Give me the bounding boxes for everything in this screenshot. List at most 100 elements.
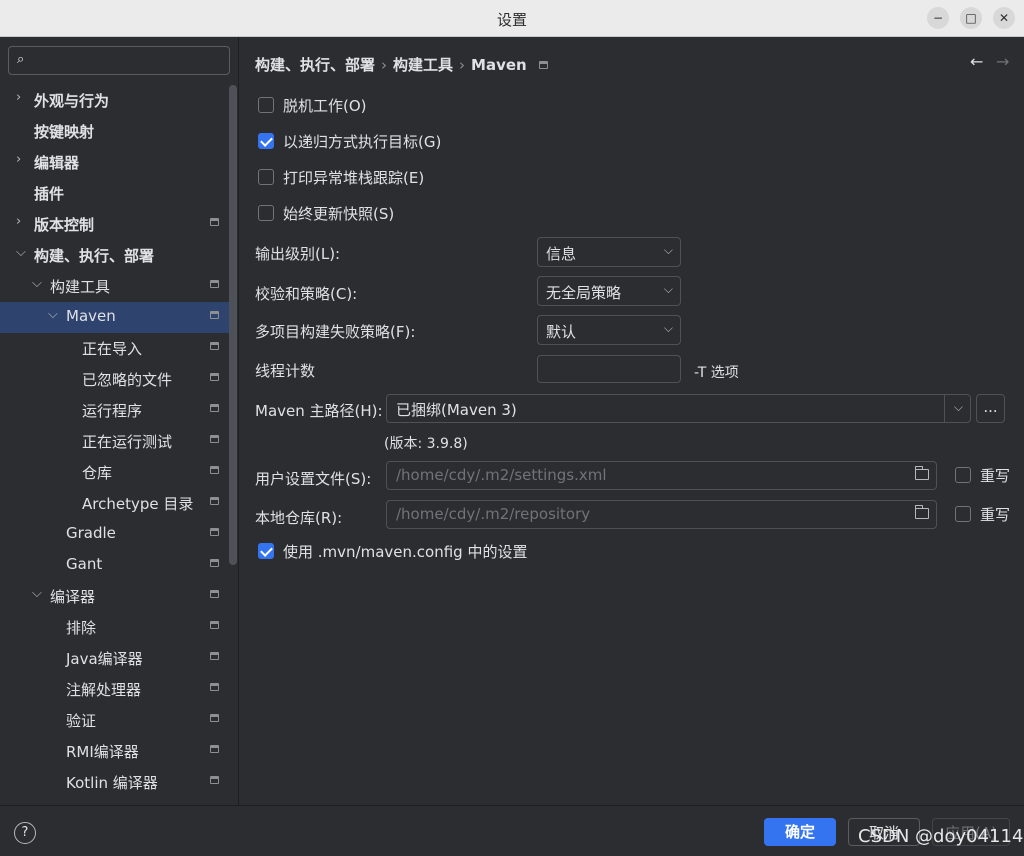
- sidebar-item-label: Gradle: [66, 524, 116, 542]
- chevron-right-icon[interactable]: ›: [16, 152, 21, 167]
- pin-icon: [210, 280, 219, 288]
- sidebar-item-label: 正在导入: [82, 340, 143, 358]
- sidebar-item-label: 正在运行测试: [82, 433, 173, 451]
- sidebar-item[interactable]: RMI编译器: [0, 736, 229, 767]
- always-update-checkbox[interactable]: [258, 205, 274, 221]
- pin-icon: [210, 218, 219, 226]
- forward-arrow-icon[interactable]: →: [996, 52, 1009, 71]
- user-settings-override-checkbox[interactable]: [955, 467, 971, 483]
- sidebar-item[interactable]: 按键映射: [0, 116, 229, 147]
- sidebar-item[interactable]: 插件: [0, 178, 229, 209]
- sidebar-item[interactable]: › 版本控制: [0, 209, 229, 240]
- recursive-checkbox[interactable]: [258, 133, 274, 149]
- sidebar-item-label: Gant: [66, 555, 103, 573]
- output-level-label: 输出级别(L):: [255, 245, 341, 263]
- sidebar-item-label: 仓库: [82, 464, 113, 482]
- sidebar-item[interactable]: 正在导入: [0, 333, 229, 364]
- chevron-down-icon[interactable]: ⌵: [954, 400, 963, 415]
- chevron-down-icon[interactable]: ⌵: [32, 586, 42, 601]
- sidebar-item[interactable]: Java编译器: [0, 643, 229, 674]
- sidebar-item[interactable]: 已忽略的文件: [0, 364, 229, 395]
- chevron-right-icon[interactable]: ›: [16, 214, 21, 229]
- sidebar-item[interactable]: 注解处理器: [0, 674, 229, 705]
- maven-home-label: Maven 主路径(H):: [255, 402, 383, 420]
- sidebar-item[interactable]: Gradle: [0, 519, 229, 550]
- window-title: 设置: [496, 11, 527, 29]
- sidebar-item[interactable]: Kotlin 编译器: [0, 767, 229, 798]
- user-settings-override-label: 重写: [980, 467, 1011, 485]
- stacktrace-label: 打印异常堆栈跟踪(E): [283, 169, 425, 187]
- sidebar-item[interactable]: ⌵ Maven: [0, 302, 229, 333]
- thread-count-input[interactable]: [537, 355, 681, 383]
- sidebar-item[interactable]: ⌵ 编译器: [0, 581, 229, 612]
- folder-icon[interactable]: [915, 466, 929, 480]
- pin-icon[interactable]: [538, 61, 548, 69]
- sidebar-scrollbar[interactable]: [229, 85, 237, 565]
- sidebar-item[interactable]: 正在运行测试: [0, 426, 229, 457]
- local-repo-input[interactable]: /home/cdy/.m2/repository: [386, 500, 937, 529]
- use-mvn-config-checkbox[interactable]: [258, 543, 274, 559]
- folder-icon[interactable]: [915, 505, 929, 519]
- search-icon: ⌕: [17, 52, 25, 67]
- sidebar-item-label: 插件: [34, 185, 65, 203]
- ok-button[interactable]: 确定: [764, 818, 836, 846]
- sidebar-item-label: 构建工具: [50, 278, 111, 296]
- maven-settings-panel: 构建、执行、部署 › 构建工具 › Maven ← → 脱机工作(O) 以递归方式执行目…: [240, 37, 1024, 805]
- pin-icon: [210, 311, 219, 319]
- offline-checkbox[interactable]: [258, 97, 274, 113]
- chevron-right-icon[interactable]: ›: [16, 90, 21, 105]
- help-icon[interactable]: ?: [14, 822, 36, 844]
- offline-label: 脱机工作(O): [283, 97, 367, 115]
- maven-home-browse-button[interactable]: ...: [976, 394, 1005, 423]
- user-settings-input[interactable]: /home/cdy/.m2/settings.xml: [386, 461, 937, 490]
- sidebar-item-label: Archetype 目录: [82, 495, 194, 513]
- sidebar-item[interactable]: ⌵ 构建工具: [0, 271, 229, 302]
- local-repo-override-checkbox[interactable]: [955, 506, 971, 522]
- sidebar-item-label: 外观与行为: [34, 92, 110, 110]
- minimize-button[interactable]: −: [927, 7, 949, 29]
- settings-search-input[interactable]: ⌕: [8, 46, 230, 75]
- stacktrace-checkbox[interactable]: [258, 169, 274, 185]
- checksum-policy-value: 无全局策略: [546, 284, 622, 302]
- sidebar-item[interactable]: Archetype 目录: [0, 488, 229, 519]
- sidebar-item[interactable]: 验证: [0, 705, 229, 736]
- sidebar-item-label: 注解处理器: [66, 681, 142, 699]
- sidebar-item[interactable]: 仓库: [0, 457, 229, 488]
- sidebar-item[interactable]: 运行程序: [0, 395, 229, 426]
- sidebar-item[interactable]: 排除: [0, 612, 229, 643]
- sidebar-item[interactable]: Gant: [0, 550, 229, 581]
- sidebar-item-label: 构建、执行、部署: [34, 247, 155, 265]
- breadcrumb-item-current: Maven: [471, 56, 527, 74]
- chevron-down-icon[interactable]: ⌵: [32, 276, 42, 291]
- chevron-down-icon: ⌵: [663, 321, 673, 335]
- multiproject-fail-dropdown[interactable]: 默认 ⌵: [537, 315, 681, 345]
- pin-icon: [210, 528, 219, 536]
- always-update-label: 始终更新快照(S): [283, 205, 395, 223]
- breadcrumb-item[interactable]: 构建、执行、部署: [255, 56, 375, 74]
- maven-version-text: (版本: 3.9.8): [384, 436, 468, 452]
- close-button[interactable]: ✕: [993, 7, 1015, 29]
- maximize-button[interactable]: □: [960, 7, 982, 29]
- recursive-label: 以递归方式执行目标(G): [283, 133, 442, 151]
- breadcrumb: 构建、执行、部署 › 构建工具 › Maven: [255, 54, 548, 75]
- breadcrumb-item[interactable]: 构建工具: [393, 56, 453, 74]
- checksum-policy-dropdown[interactable]: 无全局策略 ⌵: [537, 276, 681, 306]
- chevron-down-icon[interactable]: ⌵: [48, 307, 58, 322]
- sidebar-item-label: Maven: [66, 307, 116, 325]
- pin-icon: [210, 466, 219, 474]
- sidebar-item[interactable]: › 外观与行为: [0, 85, 229, 116]
- sidebar-item[interactable]: › 编辑器: [0, 147, 229, 178]
- sidebar-item-label: 版本控制: [34, 216, 95, 234]
- output-level-dropdown[interactable]: 信息 ⌵: [537, 237, 681, 267]
- use-mvn-config-label: 使用 .mvn/maven.config 中的设置: [283, 543, 528, 561]
- sidebar-item-label: 编辑器: [34, 154, 80, 172]
- maven-home-combobox[interactable]: 已捆绑(Maven 3) ⌵: [386, 394, 971, 423]
- user-settings-value: /home/cdy/.m2/settings.xml: [396, 466, 607, 484]
- pin-icon: [210, 714, 219, 722]
- sidebar-item[interactable]: ⌵ 构建、执行、部署: [0, 240, 229, 271]
- output-level-value: 信息: [546, 245, 577, 263]
- maven-home-value: 已捆绑(Maven 3): [396, 401, 517, 419]
- back-arrow-icon[interactable]: ←: [970, 52, 983, 71]
- local-repo-label: 本地仓库(R):: [255, 509, 343, 527]
- chevron-down-icon[interactable]: ⌵: [16, 245, 26, 260]
